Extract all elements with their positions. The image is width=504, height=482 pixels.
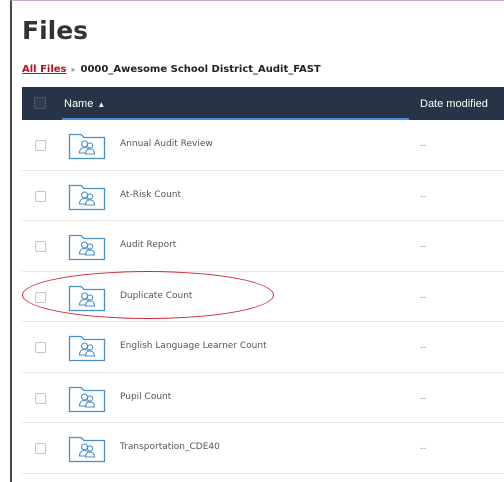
file-list: Annual Audit Review -- At-Risk Count -- … bbox=[22, 120, 504, 474]
table-row[interactable]: Transportation_CDE40 -- bbox=[22, 423, 504, 474]
breadcrumb-separator-icon: ▸ bbox=[71, 65, 76, 74]
shared-folder-icon bbox=[68, 285, 106, 311]
sort-ascending-icon: ▲ bbox=[97, 100, 106, 109]
row-checkbox[interactable] bbox=[35, 342, 46, 353]
breadcrumb: All Files ▸ 0000_Awesome School District… bbox=[22, 64, 321, 75]
shared-folder-icon bbox=[68, 133, 106, 160]
shared-folder-icon bbox=[68, 184, 106, 210]
row-checkbox[interactable] bbox=[35, 140, 46, 151]
breadcrumb-current-folder: 0000_Awesome School District_Audit_FAST bbox=[80, 64, 321, 75]
folder-name[interactable]: English Language Learner Count bbox=[120, 341, 267, 351]
table-header: Name ▲ Date modified bbox=[22, 87, 504, 120]
folder-name[interactable]: Transportation_CDE40 bbox=[120, 442, 220, 452]
table-row[interactable]: At-Risk Count -- bbox=[22, 171, 504, 221]
select-all-checkbox[interactable] bbox=[34, 97, 46, 109]
row-checkbox[interactable] bbox=[35, 241, 46, 252]
folder-name[interactable]: Pupil Count bbox=[120, 392, 171, 402]
row-checkbox[interactable] bbox=[35, 190, 46, 202]
folder-name[interactable]: Annual Audit Review bbox=[120, 139, 213, 149]
date-modified: -- bbox=[420, 342, 426, 352]
shared-folder-icon bbox=[68, 234, 106, 261]
date-modified: -- bbox=[420, 392, 426, 403]
date-modified: -- bbox=[420, 241, 426, 251]
folder-name[interactable]: Duplicate Count bbox=[120, 291, 192, 301]
table-row[interactable]: Pupil Count -- bbox=[22, 373, 504, 423]
table-row[interactable]: English Language Learner Count -- bbox=[22, 322, 504, 373]
date-modified: -- bbox=[420, 291, 426, 302]
column-header-date-modified[interactable]: Date modified bbox=[420, 98, 488, 110]
date-modified: -- bbox=[420, 190, 426, 201]
breadcrumb-all-files-link[interactable]: All Files bbox=[22, 64, 67, 75]
shared-folder-icon bbox=[68, 335, 106, 362]
column-header-name-label: Name bbox=[64, 98, 94, 110]
table-row[interactable]: Annual Audit Review -- bbox=[22, 120, 504, 171]
column-header-name[interactable]: Name ▲ bbox=[62, 87, 409, 120]
table-row[interactable]: Duplicate Count -- bbox=[22, 272, 504, 322]
table-row[interactable]: Audit Report -- bbox=[22, 221, 504, 272]
shared-folder-icon bbox=[68, 386, 106, 412]
row-checkbox[interactable] bbox=[35, 291, 46, 303]
date-modified: -- bbox=[420, 140, 426, 150]
page-title: Files bbox=[22, 16, 89, 45]
folder-name[interactable]: At-Risk Count bbox=[120, 190, 181, 200]
folder-name[interactable]: Audit Report bbox=[120, 240, 176, 250]
row-checkbox[interactable] bbox=[35, 443, 46, 454]
date-modified: -- bbox=[420, 443, 426, 453]
shared-folder-icon bbox=[68, 436, 106, 463]
row-checkbox[interactable] bbox=[35, 392, 46, 404]
